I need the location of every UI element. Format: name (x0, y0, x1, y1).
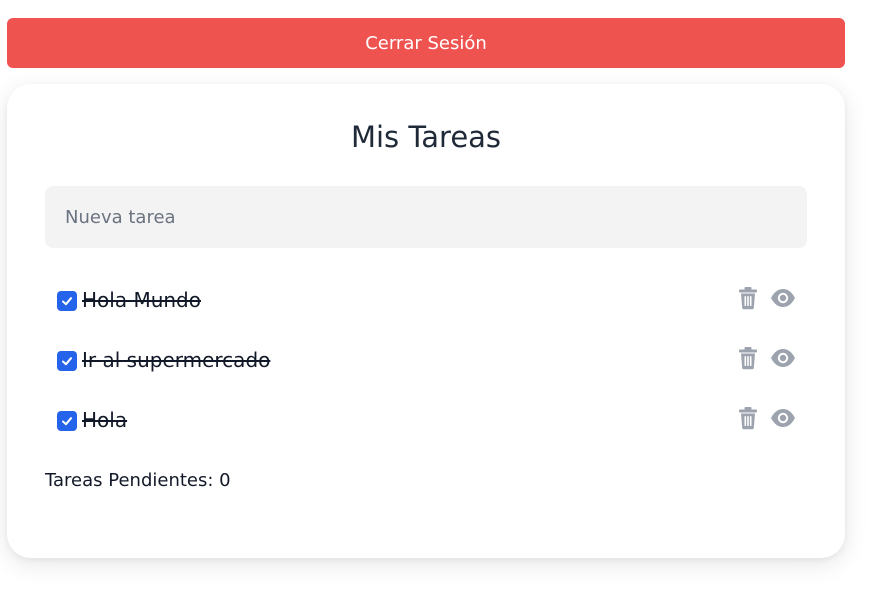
tasks-card: Mis Tareas Hola Mundo (7, 84, 845, 558)
trash-icon (739, 347, 757, 370)
task-text: Ir al supermercado (82, 348, 271, 372)
check-icon (62, 417, 72, 426)
task-text: Hola Mundo (82, 288, 201, 312)
trash-icon (739, 407, 757, 430)
task-text: Hola (82, 408, 128, 432)
delete-task-button[interactable] (737, 346, 759, 370)
page-title: Mis Tareas (350, 120, 502, 154)
task-item: Hola Mundo (57, 286, 807, 316)
logout-button[interactable]: Cerrar Sesión (7, 18, 845, 68)
pending-tasks-label: Tareas Pendientes: (45, 470, 214, 491)
eye-icon (771, 289, 795, 307)
eye-icon (771, 349, 795, 367)
pending-tasks-summary: Tareas Pendientes: 0 (45, 470, 231, 491)
delete-task-button[interactable] (737, 286, 759, 310)
task-item: Ir al supermercado (57, 346, 807, 376)
view-task-button[interactable] (770, 288, 796, 308)
trash-icon (739, 287, 757, 310)
task-checkbox[interactable] (57, 351, 77, 371)
view-task-button[interactable] (770, 348, 796, 368)
task-checkbox[interactable] (57, 411, 77, 431)
check-icon (62, 357, 72, 366)
delete-task-button[interactable] (737, 406, 759, 430)
view-task-button[interactable] (770, 408, 796, 428)
task-item: Hola (57, 406, 807, 436)
task-checkbox[interactable] (57, 291, 77, 311)
check-icon (62, 297, 72, 306)
new-task-input[interactable] (45, 186, 807, 248)
pending-tasks-count: 0 (219, 470, 231, 491)
eye-icon (771, 409, 795, 427)
